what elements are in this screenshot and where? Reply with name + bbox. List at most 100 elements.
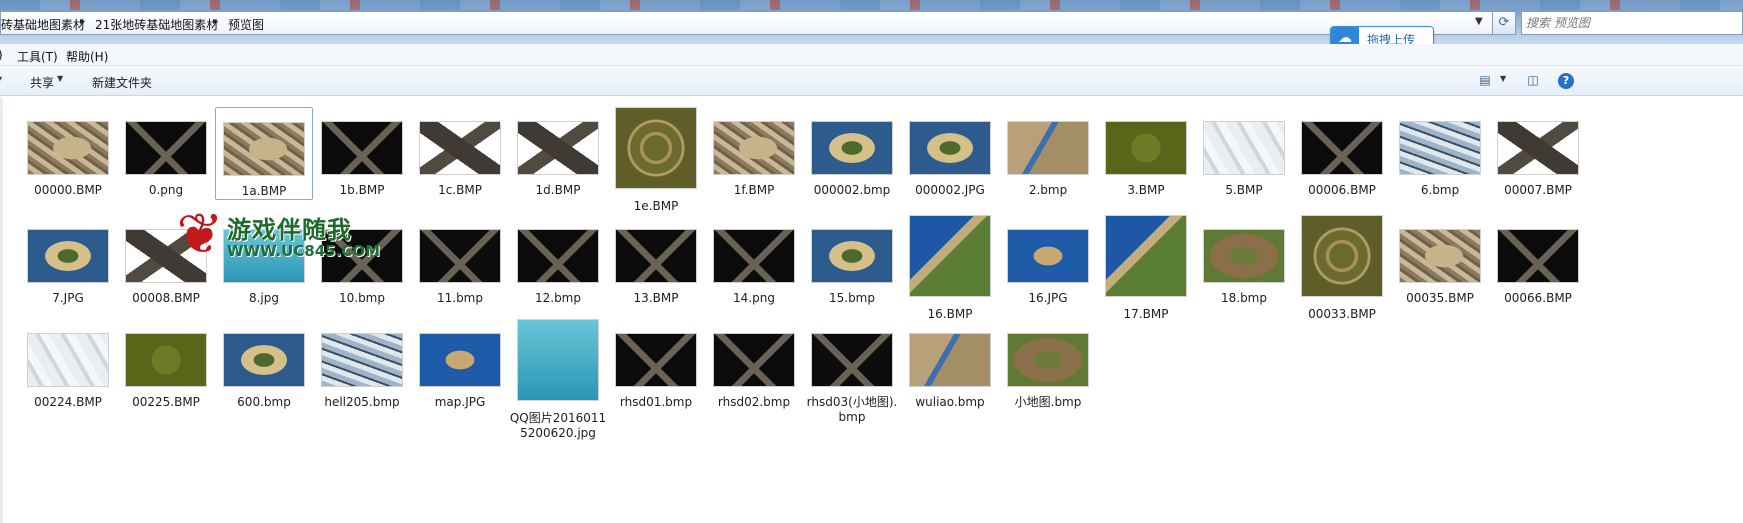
file-thumbnail <box>1007 229 1089 283</box>
file-thumbnail <box>811 229 893 283</box>
file-item[interactable]: 00006.BMP <box>1293 107 1391 198</box>
file-thumbnail <box>125 229 207 283</box>
file-thumbnail <box>125 333 207 387</box>
chevron-right-icon[interactable]: ▸ <box>213 16 218 27</box>
share-button[interactable]: 共享 <box>30 74 54 91</box>
file-item[interactable]: 6.bmp <box>1391 107 1489 198</box>
file-name: 3.BMP <box>1127 183 1165 197</box>
chevron-down-icon[interactable]: ▼ <box>1475 16 1483 27</box>
file-item[interactable]: 1e.BMP <box>607 107 705 214</box>
file-thumbnail <box>615 333 697 387</box>
file-name: 8.jpg <box>248 291 280 305</box>
file-item[interactable]: 00035.BMP <box>1391 215 1489 306</box>
new-folder-button[interactable]: 新建文件夹 <box>92 74 152 91</box>
file-item[interactable]: 1c.BMP <box>411 107 509 198</box>
file-item[interactable]: QQ图片20160115200620.jpg <box>509 319 607 441</box>
menu-item-tools[interactable]: 工具(T) <box>17 48 58 65</box>
file-name: 00225.BMP <box>132 395 200 409</box>
file-item[interactable]: 1f.BMP <box>705 107 803 198</box>
file-item[interactable]: 13.BMP <box>607 215 705 306</box>
file-thumbnail <box>223 333 305 387</box>
file-item[interactable]: 600.bmp <box>215 319 313 410</box>
file-name: 18.bmp <box>1220 291 1267 305</box>
file-item[interactable]: 2.bmp <box>999 107 1097 198</box>
file-item[interactable]: rhsd02.bmp <box>705 319 803 410</box>
file-item[interactable]: 16.JPG <box>999 215 1097 306</box>
search-input[interactable] <box>1526 13 1726 33</box>
command-bar: ▾ 共享 ▼ 新建文件夹 ▤ ▼ ◫ ? <box>0 66 1743 96</box>
file-item[interactable]: wuliao.bmp <box>901 319 999 410</box>
file-item[interactable]: rhsd03(小地图).bmp <box>803 319 901 425</box>
file-item[interactable]: rhsd01.bmp <box>607 319 705 410</box>
file-item[interactable]: 00225.BMP <box>117 319 215 410</box>
file-thumbnail <box>1007 121 1089 175</box>
file-name: 16.JPG <box>1028 291 1068 305</box>
file-item[interactable]: 00000.BMP <box>19 107 117 198</box>
file-item[interactable]: 00066.BMP <box>1489 215 1587 306</box>
breadcrumb-item[interactable]: 砖基础地图素材 <box>1 16 85 33</box>
file-item[interactable]: 3.BMP <box>1097 107 1195 198</box>
breadcrumb-item[interactable]: 21张地砖基础地图素材 <box>95 16 218 33</box>
file-item[interactable]: 00007.BMP <box>1489 107 1587 198</box>
refresh-button[interactable]: ⟳ <box>1492 11 1516 35</box>
nav-pane-edge <box>0 97 3 523</box>
file-item[interactable]: 0.png <box>117 107 215 198</box>
help-icon[interactable]: ? <box>1558 73 1574 89</box>
file-thumbnail <box>321 229 403 283</box>
file-thumbnail <box>419 229 501 283</box>
file-name: 6.bmp <box>1420 183 1460 197</box>
file-item[interactable]: 5.BMP <box>1195 107 1293 198</box>
file-grid: 00000.BMP 0.png 1a.BMP 1b.BMP 1c.BMP 1d.BMP 1e… <box>0 97 1743 523</box>
menu-item-help[interactable]: 帮助(H) <box>66 48 108 65</box>
menu-bar: ) 工具(T) 帮助(H) <box>0 44 1743 66</box>
chevron-down-icon[interactable]: ▾ <box>0 74 2 83</box>
file-name: 000002.bmp <box>813 183 891 197</box>
file-item[interactable]: 小地图.bmp <box>999 319 1097 410</box>
file-thumbnail <box>713 121 795 175</box>
file-item[interactable]: 10.bmp <box>313 215 411 306</box>
breadcrumb-item[interactable]: 预览图 <box>228 16 264 33</box>
file-item[interactable]: 16.BMP <box>901 215 999 322</box>
menu-item-partial[interactable]: ) <box>0 48 3 62</box>
file-item[interactable]: 1d.BMP <box>509 107 607 198</box>
file-name: 小地图.bmp <box>1014 395 1082 409</box>
file-thumbnail <box>1301 215 1383 297</box>
file-item[interactable]: 00008.BMP <box>117 215 215 306</box>
file-item[interactable]: 8.jpg <box>215 215 313 306</box>
file-thumbnail <box>713 229 795 283</box>
file-item[interactable]: 15.bmp <box>803 215 901 306</box>
file-name: 1d.BMP <box>535 183 581 197</box>
view-options-icon[interactable]: ▤ <box>1476 72 1494 88</box>
file-name: wuliao.bmp <box>915 395 985 409</box>
file-thumbnail <box>27 121 109 175</box>
file-name: map.JPG <box>434 395 486 409</box>
file-item[interactable]: 11.bmp <box>411 215 509 306</box>
file-thumbnail <box>615 229 697 283</box>
preview-pane-icon[interactable]: ◫ <box>1524 72 1542 88</box>
file-item[interactable]: 17.BMP <box>1097 215 1195 322</box>
address-bar[interactable]: 砖基础地图素材 ▸ 21张地砖基础地图素材 ▸ 预览图 ▼ <box>0 11 1502 35</box>
file-item[interactable]: 18.bmp <box>1195 215 1293 306</box>
file-name: 5.BMP <box>1225 183 1263 197</box>
file-item[interactable]: 00224.BMP <box>19 319 117 410</box>
file-item[interactable]: 00033.BMP <box>1293 215 1391 322</box>
file-item[interactable]: 1a.BMP <box>215 107 313 200</box>
file-thumbnail <box>223 229 305 283</box>
file-item[interactable]: 000002.bmp <box>803 107 901 198</box>
file-item[interactable]: hell205.bmp <box>313 319 411 410</box>
search-box[interactable] <box>1521 11 1743 35</box>
file-name: 00035.BMP <box>1406 291 1474 305</box>
file-thumbnail <box>517 121 599 175</box>
file-item[interactable]: 7.JPG <box>19 215 117 306</box>
file-item[interactable]: 14.png <box>705 215 803 306</box>
file-item[interactable]: 12.bmp <box>509 215 607 306</box>
chevron-down-icon[interactable]: ▼ <box>1500 74 1506 83</box>
file-name: 1f.BMP <box>733 183 775 197</box>
file-item[interactable]: 1b.BMP <box>313 107 411 198</box>
file-item[interactable]: 000002.JPG <box>901 107 999 198</box>
chevron-down-icon[interactable]: ▼ <box>57 74 63 83</box>
file-name: 10.bmp <box>338 291 385 305</box>
file-item[interactable]: map.JPG <box>411 319 509 410</box>
chevron-right-icon[interactable]: ▸ <box>80 16 85 27</box>
file-name: QQ图片20160115200620.jpg <box>509 411 607 440</box>
